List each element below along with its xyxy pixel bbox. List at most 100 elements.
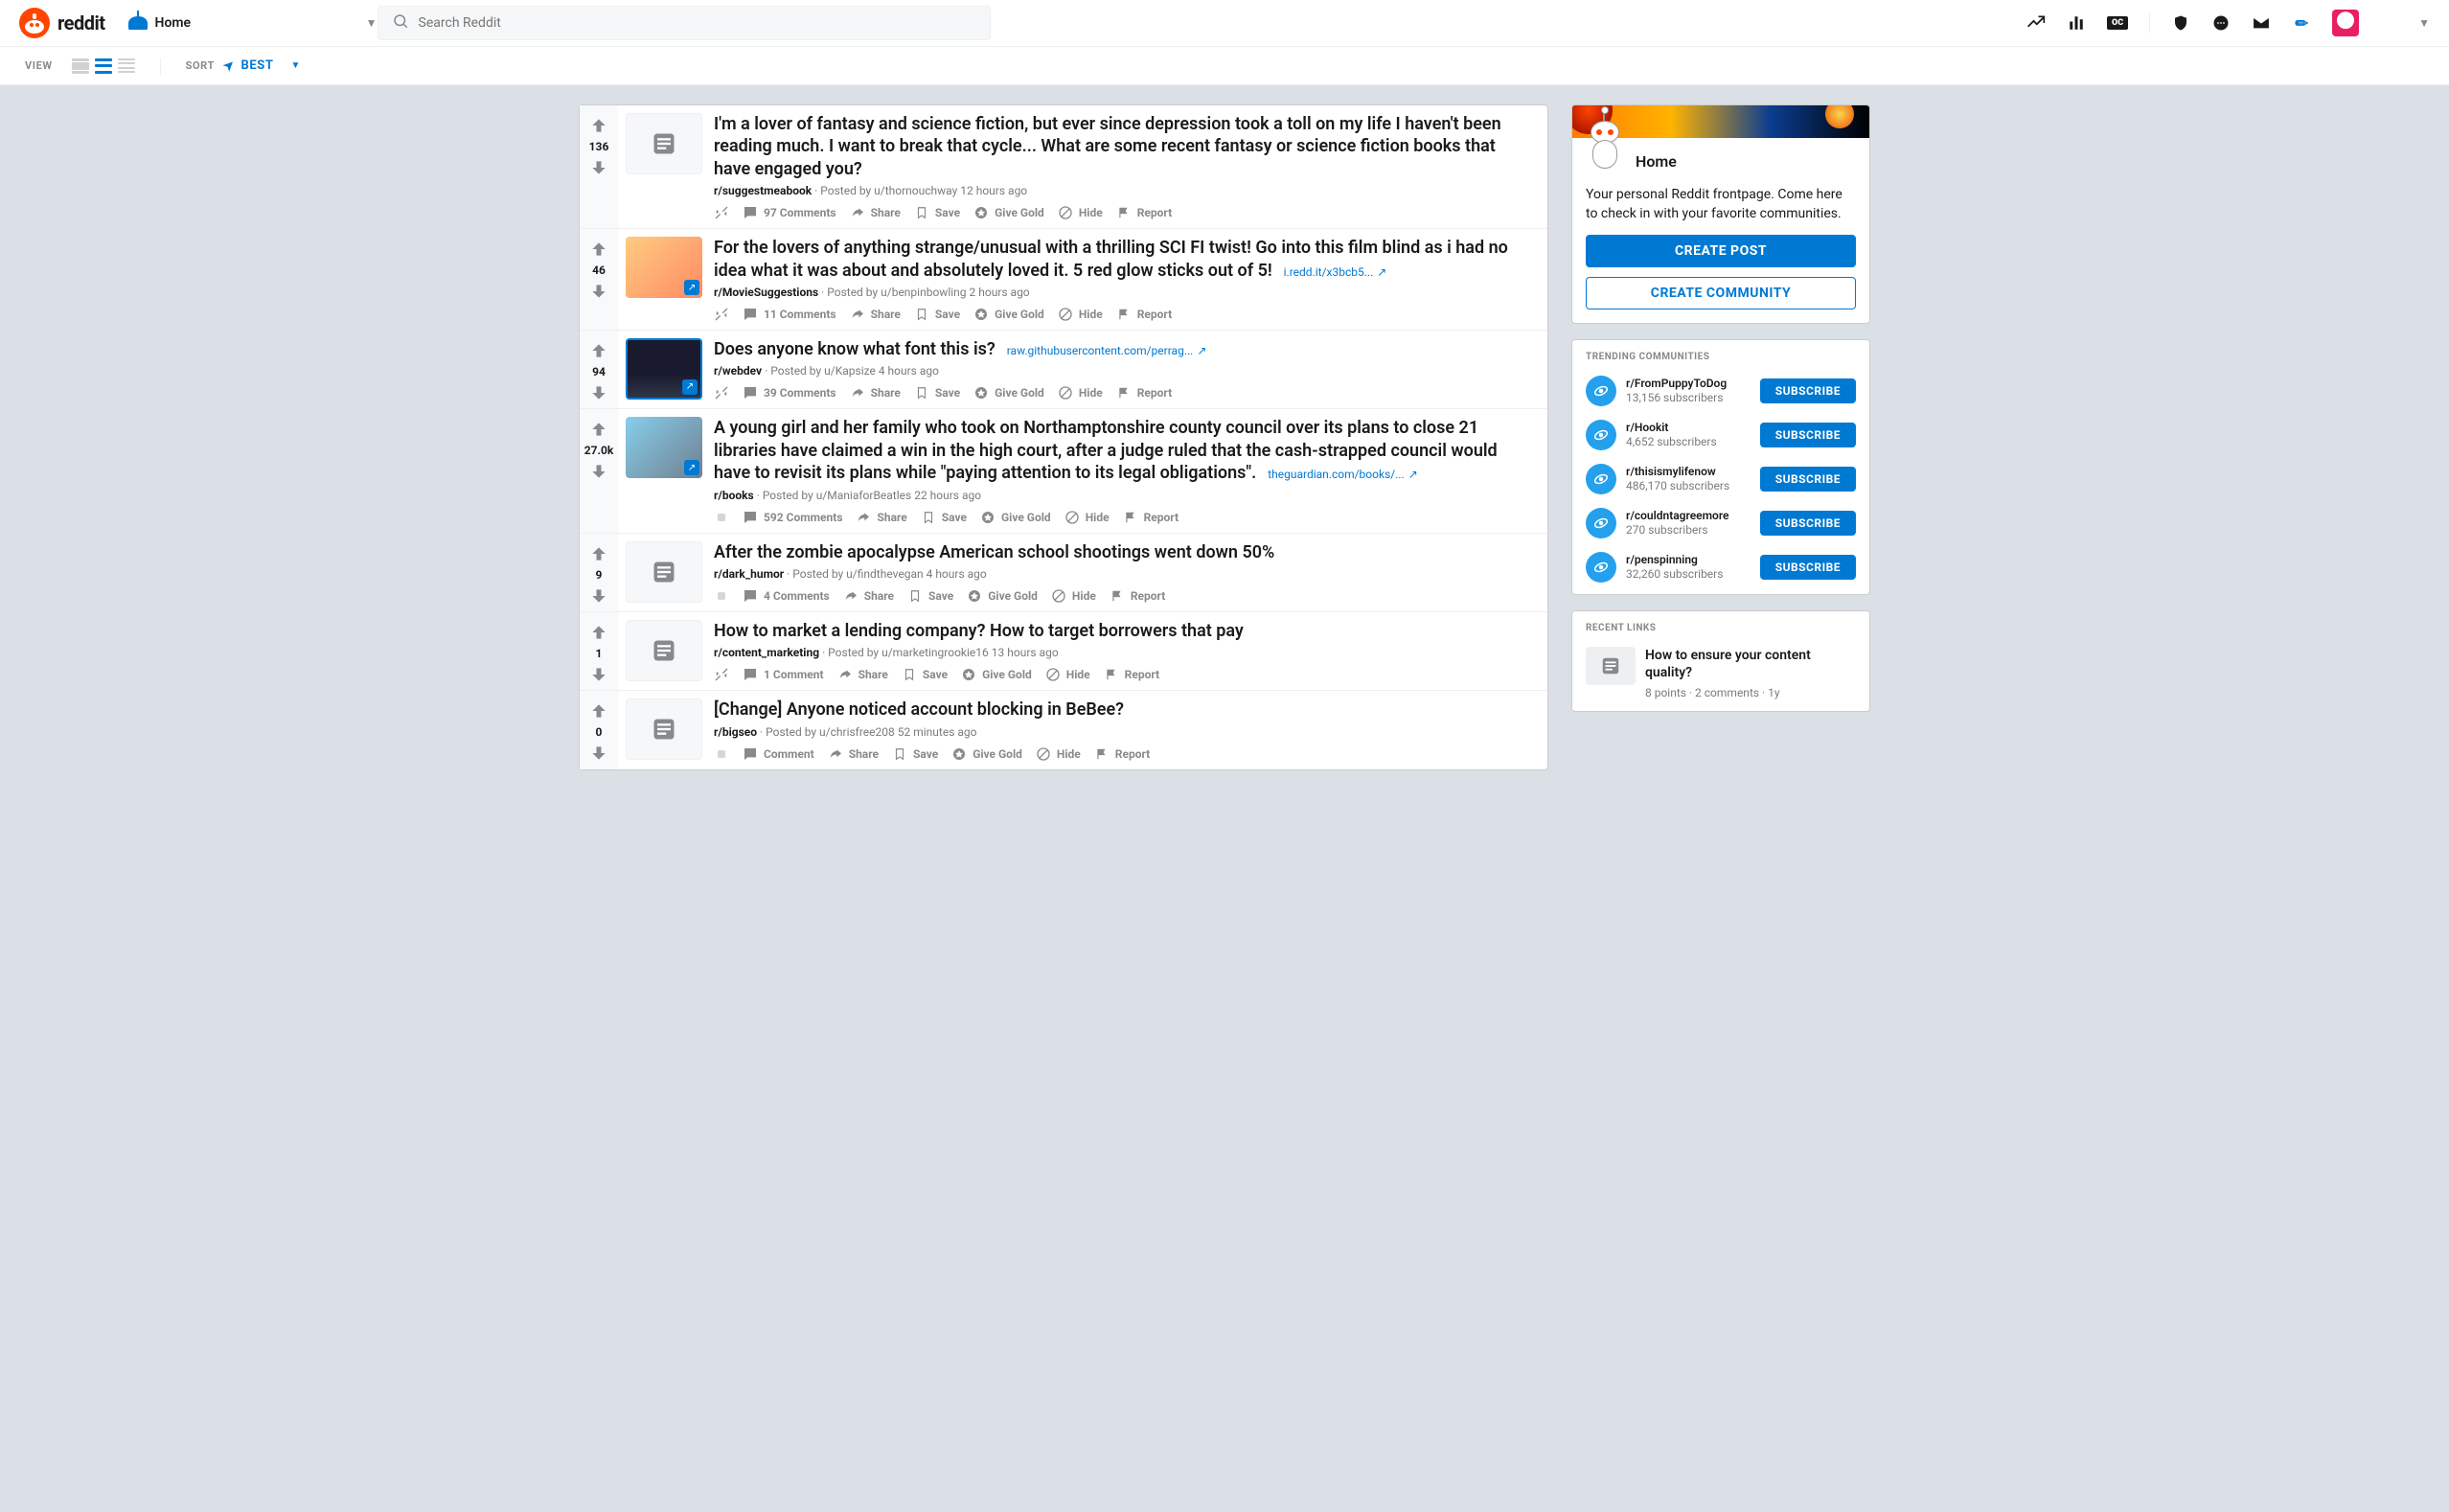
gold-button[interactable]: Give Gold	[951, 746, 1022, 762]
post-title[interactable]: [Change] Anyone noticed account blocking…	[714, 699, 1124, 720]
share-button[interactable]: Share	[843, 588, 894, 604]
report-button[interactable]: Report	[1110, 588, 1165, 604]
subscribe-button[interactable]: SUBSCRIBE	[1760, 467, 1856, 492]
hide-button[interactable]: Hide	[1058, 307, 1103, 322]
subreddit-link[interactable]: r/suggestmeabook	[714, 184, 812, 197]
community-icon[interactable]	[1586, 508, 1616, 538]
downvote-button[interactable]	[588, 461, 609, 482]
post-thumbnail[interactable]	[626, 699, 702, 760]
upvote-button[interactable]	[588, 700, 609, 722]
user-menu-caret[interactable]: ▼	[2418, 16, 2430, 30]
author-link[interactable]: u/thornouchway	[874, 184, 957, 197]
subreddit-link[interactable]: r/webdev	[714, 364, 762, 378]
oc-icon[interactable]: OC	[2107, 16, 2128, 30]
subscribe-button[interactable]: SUBSCRIBE	[1760, 423, 1856, 447]
post-thumbnail[interactable]: ↗	[626, 237, 702, 298]
post-thumbnail[interactable]: ↗	[626, 417, 702, 478]
view-compact[interactable]	[118, 58, 135, 74]
subscribe-button[interactable]: SUBSCRIBE	[1760, 555, 1856, 580]
community-icon[interactable]	[1586, 552, 1616, 583]
report-button[interactable]: Report	[1104, 667, 1159, 682]
post-title[interactable]: Does anyone know what font this is?	[714, 339, 996, 359]
hide-button[interactable]: Hide	[1051, 588, 1096, 604]
user-avatar[interactable]	[2332, 10, 2359, 36]
external-link[interactable]: theguardian.com/books/...↗	[1268, 468, 1418, 481]
report-button[interactable]: Report	[1116, 307, 1172, 322]
gold-button[interactable]: Give Gold	[973, 205, 1044, 220]
community-name[interactable]: r/penspinning	[1626, 553, 1751, 568]
gold-button[interactable]: Give Gold	[973, 307, 1044, 322]
downvote-button[interactable]	[588, 281, 609, 302]
downvote-button[interactable]	[588, 585, 609, 607]
expand-button[interactable]	[714, 510, 729, 525]
post-title[interactable]: After the zombie apocalypse American sch…	[714, 542, 1274, 562]
gold-button[interactable]: Give Gold	[973, 385, 1044, 401]
comments-button[interactable]: 592 Comments	[743, 510, 842, 525]
expand-button[interactable]	[714, 667, 729, 682]
comments-button[interactable]: 97 Comments	[743, 205, 836, 220]
hide-button[interactable]: Hide	[1058, 385, 1103, 401]
report-button[interactable]: Report	[1116, 205, 1172, 220]
subreddit-link[interactable]: r/dark_humor	[714, 567, 784, 581]
upvote-button[interactable]	[588, 239, 609, 260]
community-icon[interactable]	[1586, 464, 1616, 494]
create-post-button[interactable]: CREATE POST	[1586, 235, 1856, 267]
comments-button[interactable]: 1 Comment	[743, 667, 824, 682]
logo[interactable]: reddit	[19, 8, 105, 38]
author-link[interactable]: u/Kapsize	[824, 364, 876, 378]
search-input[interactable]	[419, 15, 976, 31]
community-name[interactable]: r/FromPuppyToDog	[1626, 377, 1751, 392]
downvote-button[interactable]	[588, 664, 609, 685]
create-community-button[interactable]: CREATE COMMUNITY	[1586, 277, 1856, 309]
subscribe-button[interactable]: SUBSCRIBE	[1760, 378, 1856, 403]
sort-dropdown[interactable]: ➤ BEST ▼	[224, 58, 301, 73]
gold-button[interactable]: Give Gold	[967, 588, 1038, 604]
author-link[interactable]: u/chrisfree208	[819, 725, 895, 739]
author-link[interactable]: u/marketingrookie16	[881, 646, 989, 659]
expand-button[interactable]	[714, 588, 729, 604]
recent-link-item[interactable]: How to ensure your content quality? 8 po…	[1586, 647, 1856, 699]
author-link[interactable]: u/benpinbowling	[881, 286, 966, 299]
save-button[interactable]: Save	[907, 588, 953, 604]
subreddit-link[interactable]: r/bigseo	[714, 725, 757, 739]
save-button[interactable]: Save	[902, 667, 948, 682]
stats-icon[interactable]	[2067, 13, 2086, 33]
comments-button[interactable]: 4 Comments	[743, 588, 830, 604]
gold-button[interactable]: Give Gold	[961, 667, 1032, 682]
upvote-button[interactable]	[588, 622, 609, 643]
report-button[interactable]: Report	[1116, 385, 1172, 401]
mail-icon[interactable]	[2252, 13, 2271, 33]
post-thumbnail[interactable]	[626, 620, 702, 681]
report-button[interactable]: Report	[1094, 746, 1150, 762]
post-title[interactable]: For the lovers of anything strange/unusu…	[714, 238, 1508, 280]
expand-button[interactable]	[714, 307, 729, 322]
trending-icon[interactable]	[2026, 13, 2046, 33]
post-thumbnail[interactable]	[626, 113, 702, 174]
community-name[interactable]: r/thisismylifenow	[1626, 465, 1751, 480]
shield-icon[interactable]	[2171, 13, 2190, 33]
hide-button[interactable]: Hide	[1045, 667, 1090, 682]
share-button[interactable]: Share	[850, 205, 901, 220]
upvote-button[interactable]	[588, 115, 609, 136]
save-button[interactable]: Save	[914, 385, 960, 401]
nav-dropdown[interactable]: Home ▼	[128, 15, 378, 31]
community-name[interactable]: r/Hookit	[1626, 421, 1751, 436]
expand-button[interactable]	[714, 385, 729, 401]
view-classic[interactable]	[95, 58, 112, 74]
share-button[interactable]: Share	[828, 746, 879, 762]
hide-button[interactable]: Hide	[1058, 205, 1103, 220]
expand-button[interactable]	[714, 746, 729, 762]
save-button[interactable]: Save	[892, 746, 938, 762]
downvote-button[interactable]	[588, 382, 609, 403]
author-link[interactable]: u/ManiaforBeatles	[816, 489, 912, 502]
external-link[interactable]: raw.githubusercontent.com/perrag...↗	[1007, 344, 1207, 357]
share-button[interactable]: Share	[856, 510, 906, 525]
comments-button[interactable]: Comment	[743, 746, 814, 762]
community-icon[interactable]	[1586, 420, 1616, 450]
view-card[interactable]	[72, 58, 89, 74]
downvote-button[interactable]	[588, 157, 609, 178]
save-button[interactable]: Save	[914, 205, 960, 220]
author-link[interactable]: u/findthevegan	[846, 567, 923, 581]
share-button[interactable]: Share	[850, 307, 901, 322]
subreddit-link[interactable]: r/content_marketing	[714, 646, 819, 659]
